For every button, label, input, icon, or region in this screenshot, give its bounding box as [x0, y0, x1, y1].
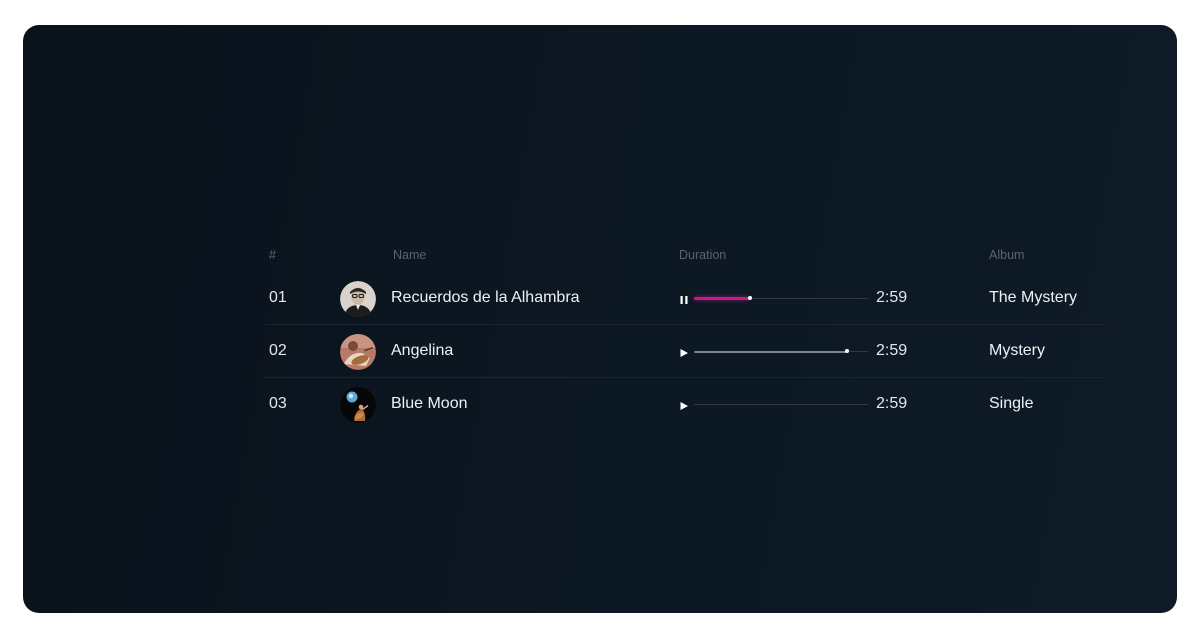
track-artwork [340, 334, 376, 370]
music-panel: # Name Duration Album 01 Recuerdos de la… [23, 25, 1177, 613]
track-album[interactable]: Single [989, 395, 1033, 413]
progress-slider[interactable] [694, 404, 868, 405]
track-artwork [340, 281, 376, 317]
header-number: # [269, 248, 276, 262]
track-duration: 2:59 [876, 395, 908, 412]
table-row[interactable]: 02 Angelina 2:59 Mystery [265, 325, 1105, 378]
track-duration: 2:59 [876, 342, 908, 359]
table-row[interactable]: 03 Blue Moon 2:59 Single [265, 378, 1105, 430]
table-header: # Name Duration Album [265, 240, 1105, 272]
track-number: 03 [269, 395, 287, 412]
track-number: 02 [269, 342, 287, 359]
track-title[interactable]: Angelina [391, 342, 453, 360]
header-name: Name [393, 248, 427, 262]
track-album[interactable]: The Mystery [989, 289, 1077, 307]
header-duration: Duration [679, 248, 727, 262]
track-number: 01 [269, 289, 287, 306]
play-icon[interactable] [677, 399, 691, 413]
play-icon[interactable] [677, 346, 691, 360]
track-artwork [340, 387, 376, 423]
track-table: # Name Duration Album 01 Recuerdos de la… [265, 240, 1105, 430]
track-album[interactable]: Mystery [989, 342, 1045, 360]
track-title[interactable]: Blue Moon [391, 395, 468, 413]
progress-knob[interactable] [747, 296, 752, 300]
pause-icon[interactable] [677, 293, 691, 307]
progress-fill [694, 351, 848, 353]
progress-fill [694, 297, 750, 300]
header-album: Album [989, 248, 1025, 262]
track-duration: 2:59 [876, 289, 908, 306]
track-title[interactable]: Recuerdos de la Alhambra [391, 289, 580, 307]
table-row[interactable]: 01 Recuerdos de la Alhambra 2:59 The Mys… [265, 272, 1105, 325]
progress-knob[interactable] [845, 349, 850, 353]
progress-slider[interactable] [694, 296, 868, 300]
progress-slider[interactable] [694, 349, 868, 353]
